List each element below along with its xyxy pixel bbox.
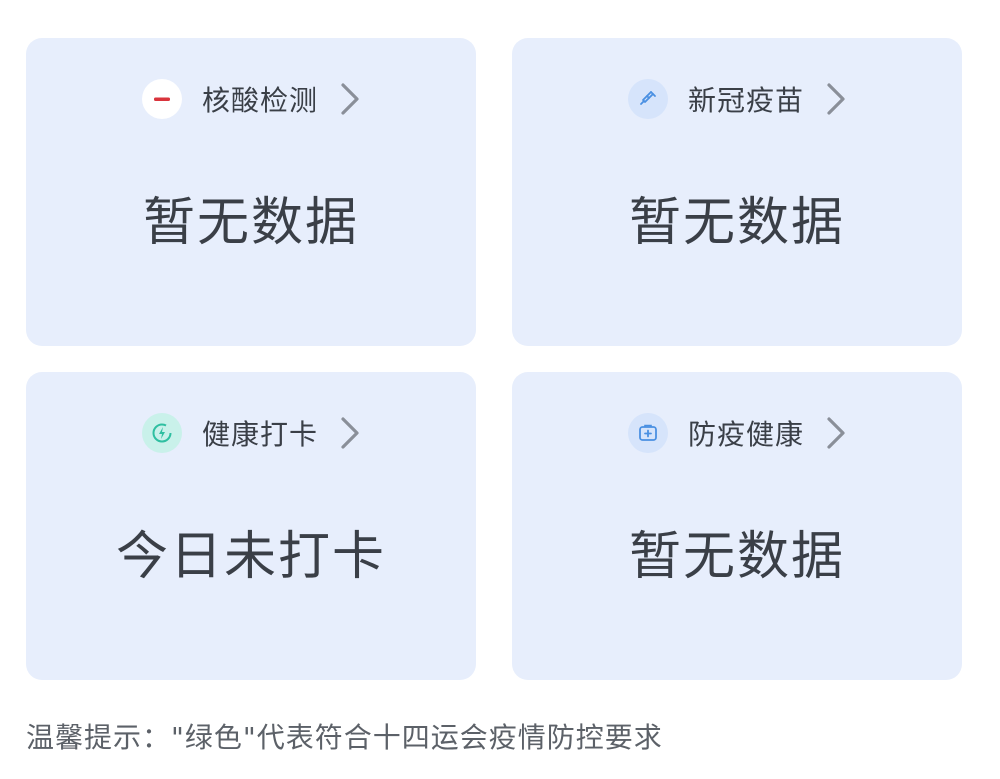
syringe-icon xyxy=(627,79,668,119)
card-epidemic-health[interactable]: 防疫健康 暂无数据 xyxy=(512,372,962,680)
card-value: 今日未打卡 xyxy=(115,527,386,587)
tip-text: 温馨提示："绿色"代表符合十四运会疫情防控要求 xyxy=(26,721,663,754)
card-header[interactable]: 健康打卡 xyxy=(26,410,476,456)
card-label: 新冠疫苗 xyxy=(687,84,804,117)
card-nucleic-acid-test[interactable]: 核酸检测 暂无数据 xyxy=(26,38,476,346)
minus-circle-icon xyxy=(141,79,182,119)
card-header[interactable]: 核酸检测 xyxy=(26,76,476,122)
lightning-circle-icon xyxy=(141,413,182,453)
card-label: 核酸检测 xyxy=(201,84,318,117)
chevron-right-icon xyxy=(340,82,360,116)
card-value: 暂无数据 xyxy=(142,193,359,253)
card-label: 防疫健康 xyxy=(687,418,804,451)
chevron-right-icon xyxy=(826,82,846,116)
health-cards-grid: 核酸检测 暂无数据 新冠疫苗 暂无数据 健康打卡 今日未打卡 防疫健康 暂无数据 xyxy=(0,0,1000,779)
card-health-checkin[interactable]: 健康打卡 今日未打卡 xyxy=(26,372,476,680)
chevron-right-icon xyxy=(340,416,360,450)
card-header[interactable]: 新冠疫苗 xyxy=(512,76,962,122)
medical-kit-icon xyxy=(627,413,668,453)
card-value: 暂无数据 xyxy=(628,527,845,587)
chevron-right-icon xyxy=(826,416,846,450)
card-value: 暂无数据 xyxy=(628,193,845,253)
card-label: 健康打卡 xyxy=(201,418,318,451)
card-header[interactable]: 防疫健康 xyxy=(512,410,962,456)
card-covid-vaccine[interactable]: 新冠疫苗 暂无数据 xyxy=(512,38,962,346)
